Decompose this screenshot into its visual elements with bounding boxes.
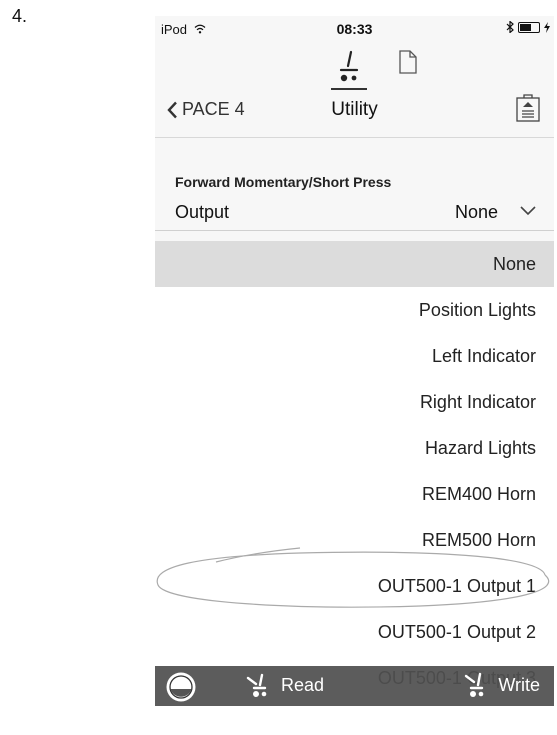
bottom-toolbar: Read Write [155,666,554,706]
read-icon [246,673,267,697]
options-list: None Position Lights Left Indicator Right I… [155,241,554,706]
option-item[interactable]: REM500 Horn [155,517,554,563]
option-item[interactable]: Hazard Lights [155,425,554,471]
write-button[interactable]: Write [462,672,540,698]
option-item[interactable]: Right Indicator [155,379,554,425]
wheelchair-utility-icon[interactable] [329,48,369,82]
option-item[interactable]: OUT500-1 Output 1 [155,563,554,609]
charging-icon [544,21,550,33]
write-label: Write [498,674,540,695]
battery-icon [518,21,540,33]
phone-screen: iPod 08:33 PACE 4 Utility Forward Moment… [155,16,554,706]
option-item[interactable]: None [155,241,554,287]
clipboard-icon[interactable] [516,94,540,122]
status-right [506,21,550,33]
selected-tab-indicator [331,88,367,90]
navigation-bar: PACE 4 Utility [155,42,554,138]
home-dial-icon[interactable] [165,671,197,703]
chevron-down-icon [520,206,536,216]
section-header: Forward Momentary/Short Press [175,174,392,190]
status-bar: iPod 08:33 [155,16,554,42]
page-title: Utility [331,99,378,120]
output-value: None [454,202,498,222]
battery-fill [520,23,532,31]
option-item[interactable]: OUT500-1 Output 2 [155,609,554,655]
option-item[interactable]: Position Lights [155,287,554,333]
status-time: 08:33 [336,21,373,37]
option-item[interactable]: REM400 Horn [155,471,554,517]
read-button[interactable]: Read [245,672,324,698]
write-icon [465,672,484,697]
option-item[interactable]: Left Indicator [155,333,554,379]
output-label: Output [175,202,230,222]
document-icon[interactable] [399,50,417,74]
read-label: Read [281,674,325,695]
output-select[interactable]: Output None [155,196,554,231]
step-number: 4. [12,6,28,26]
bluetooth-icon [506,21,514,33]
